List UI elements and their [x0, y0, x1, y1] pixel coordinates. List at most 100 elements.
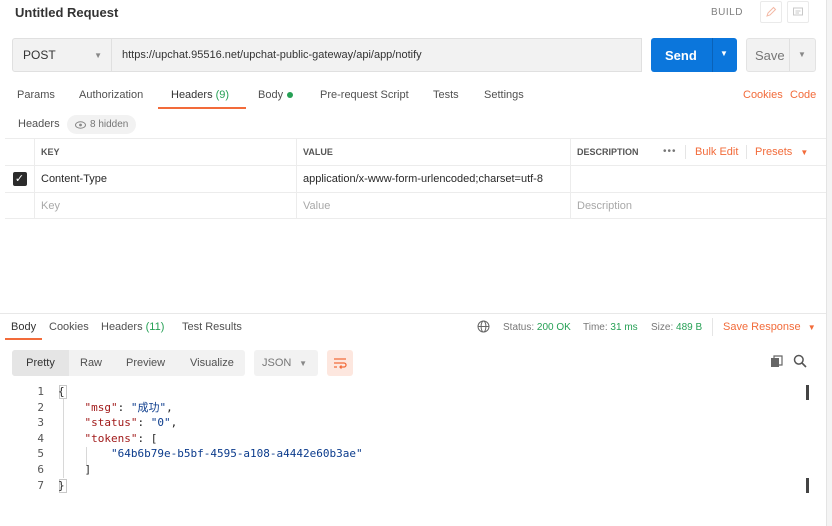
method-select[interactable]: POST ▼	[12, 38, 112, 72]
hidden-headers-toggle[interactable]: 8 hidden	[67, 115, 137, 134]
tab-authorization[interactable]: Authorization	[79, 89, 143, 101]
size-label: Size:	[651, 322, 674, 333]
search-icon[interactable]	[793, 354, 807, 368]
view-raw-button[interactable]: Raw	[80, 350, 102, 376]
code-line: 2 "msg": "成功",	[0, 400, 832, 416]
code-text: "msg": "成功",	[84, 400, 173, 414]
tab-headers[interactable]: Headers (9)	[171, 89, 229, 101]
header-description-field[interactable]	[571, 166, 827, 192]
json-key: "tokens"	[84, 431, 138, 445]
line-number: 7	[37, 478, 44, 492]
time-label: Time:	[583, 322, 608, 333]
code-text: "status": "0",	[84, 416, 178, 430]
method-label: POST	[23, 48, 56, 62]
response-status: Status: 200 OK	[503, 322, 571, 333]
table-header-row: KEY VALUE DESCRIPTION ••• Bulk Edit Pres…	[5, 138, 827, 165]
copy-icon[interactable]	[770, 355, 783, 368]
hidden-headers-label: 8 hidden	[90, 119, 129, 130]
code-text: }	[58, 478, 65, 492]
comments-icon[interactable]	[787, 1, 809, 23]
row-check-cell	[5, 193, 35, 218]
format-select[interactable]: JSON ▼	[254, 350, 318, 376]
new-key-field[interactable]: Key	[35, 193, 297, 218]
save-response-dropdown[interactable]: Save Response ▼	[723, 321, 816, 333]
code-line: 4 "tokens": [	[0, 431, 832, 447]
globe-icon[interactable]	[477, 320, 490, 333]
column-key-header: KEY	[35, 139, 297, 165]
header-key-field[interactable]: Content-Type	[35, 166, 297, 192]
response-tab-cookies[interactable]: Cookies	[49, 321, 89, 333]
pane-resize-divider[interactable]	[0, 313, 832, 314]
code-line: 5 "64b6b79e-b5bf-4595-a108-a4442e60b3ae"	[0, 446, 832, 462]
bulk-edit-button[interactable]: Bulk Edit	[695, 146, 738, 158]
view-preview-button[interactable]: Preview	[126, 350, 165, 376]
format-label: JSON	[262, 357, 292, 369]
code-line: 6 ]	[0, 462, 832, 478]
chevron-down-icon: ▼	[94, 51, 102, 60]
send-button[interactable]: Send ▼	[651, 38, 737, 72]
tab-prerequest-script[interactable]: Pre-request Script	[320, 89, 409, 101]
chevron-down-icon: ▼	[807, 323, 816, 332]
send-divider	[712, 38, 713, 72]
code-text: ]	[58, 462, 92, 476]
headers-section-label: Headers	[18, 118, 60, 130]
code-link[interactable]: Code	[790, 89, 816, 101]
save-response-label: Save Response	[723, 321, 801, 333]
save-button[interactable]: Save ▼	[746, 38, 816, 72]
response-tab-headers-count: (11)	[145, 321, 165, 333]
table-row-new: Key Value Description	[5, 192, 827, 219]
tab-body[interactable]: Body	[258, 89, 294, 101]
response-body-editor[interactable]: 1 { 2 "msg": "成功", 3 "status": "0", 4 "t…	[0, 384, 832, 493]
headers-table: KEY VALUE DESCRIPTION ••• Bulk Edit Pres…	[5, 138, 827, 219]
response-tab-headers-label: Headers	[101, 321, 143, 333]
table-header-check-cell	[5, 139, 35, 165]
presets-label: Presets	[755, 146, 793, 158]
view-visualize-button[interactable]: Visualize	[190, 350, 234, 376]
time-value[interactable]: 31 ms	[610, 322, 637, 333]
column-value-header: VALUE	[297, 139, 571, 165]
line-number: 3	[37, 416, 44, 430]
tab-settings[interactable]: Settings	[484, 89, 524, 101]
url-input[interactable]: https://upchat.95516.net/upchat-public-g…	[111, 38, 642, 72]
tab-body-label: Body	[258, 89, 284, 101]
code-line: 1 {	[0, 384, 832, 400]
edit-icon[interactable]	[760, 1, 782, 23]
status-value[interactable]: 200 OK	[537, 322, 571, 333]
wrap-lines-button[interactable]	[327, 350, 353, 376]
cookies-link[interactable]: Cookies	[743, 89, 783, 101]
row-check-cell: ✓	[5, 166, 35, 192]
response-tab-test-results[interactable]: Test Results	[182, 321, 242, 333]
tab-tests[interactable]: Tests	[433, 89, 459, 101]
body-status-dot-icon	[287, 92, 294, 99]
json-value: "成功"	[130, 400, 167, 414]
code-line: 7 }	[0, 478, 832, 494]
new-value-field[interactable]: Value	[297, 193, 571, 218]
line-number: 5	[37, 447, 44, 461]
json-value: "0"	[150, 416, 171, 430]
header-value-field[interactable]: application/x-www-form-urlencoded;charse…	[297, 166, 571, 192]
new-description-field[interactable]: Description	[571, 193, 827, 218]
size-value[interactable]: 489 B	[676, 322, 702, 333]
response-time: Time: 31 ms	[583, 322, 638, 333]
response-tab-body[interactable]: Body	[11, 321, 36, 333]
more-options-icon[interactable]: •••	[663, 146, 677, 157]
code-line: 3 "status": "0",	[0, 415, 832, 431]
line-number: 2	[37, 400, 44, 414]
table-row: ✓ Content-Type application/x-www-form-ur…	[5, 165, 827, 192]
send-label: Send	[665, 48, 697, 63]
tab-params[interactable]: Params	[17, 89, 55, 101]
chevron-down-icon: ▼	[800, 148, 809, 157]
send-options-chevron-icon[interactable]: ▼	[720, 49, 728, 58]
response-tab-headers[interactable]: Headers (11)	[101, 321, 164, 333]
build-mode-label[interactable]: BUILD	[711, 7, 743, 18]
line-number: 1	[37, 385, 44, 398]
tab-headers-label: Headers	[171, 89, 213, 101]
request-title[interactable]: Untitled Request	[15, 5, 118, 20]
header-enabled-checkbox[interactable]: ✓	[12, 172, 27, 186]
save-options-chevron-icon[interactable]: ▼	[798, 50, 806, 59]
active-tab-indicator	[5, 338, 42, 340]
presets-dropdown[interactable]: Presets ▼	[755, 146, 808, 158]
view-pretty-button[interactable]: Pretty	[12, 350, 69, 376]
window-scrollbar[interactable]	[826, 0, 832, 526]
json-key: "msg"	[84, 400, 118, 414]
